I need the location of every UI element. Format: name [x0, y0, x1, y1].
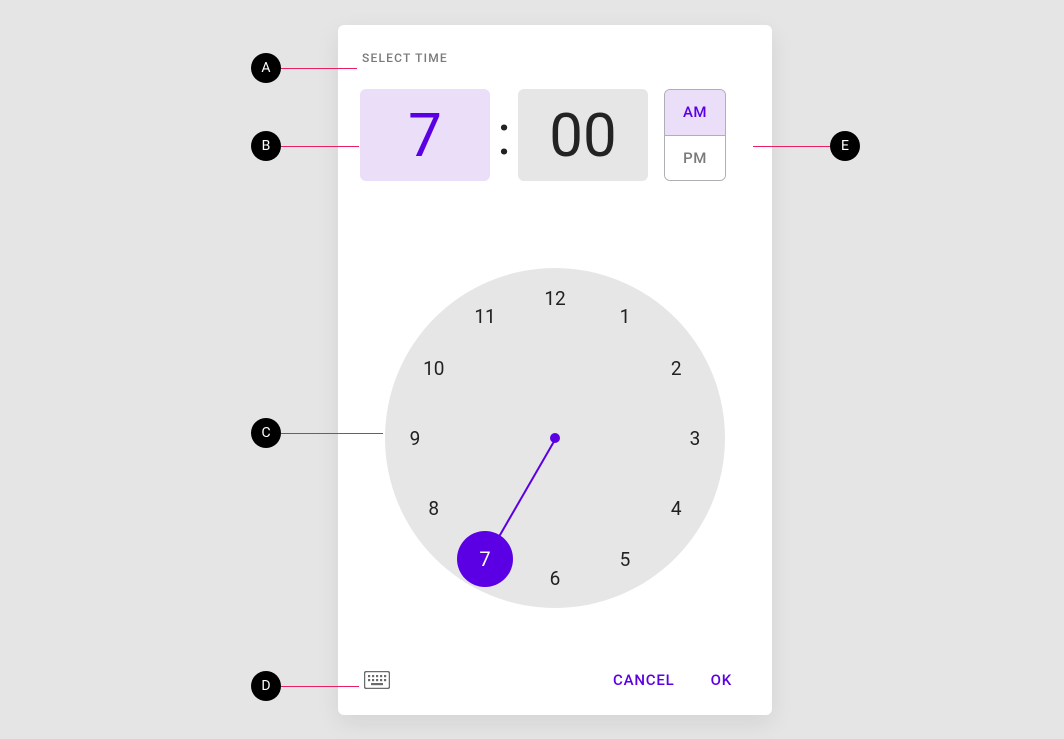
leader-line — [281, 433, 383, 434]
minute-selector[interactable]: 00 — [518, 89, 648, 181]
clock-center-dot — [550, 433, 560, 443]
ampm-toggle: AM PM — [664, 89, 726, 181]
clock-face[interactable]: 12 12 3 45678 9 1011 — [385, 268, 725, 608]
leader-line — [281, 146, 359, 147]
pm-button[interactable]: PM — [665, 136, 725, 181]
keyboard-icon[interactable] — [364, 671, 390, 689]
clock-hour-4[interactable]: 4 — [654, 486, 698, 530]
annotation-badge: B — [251, 131, 281, 161]
clock-hour-7[interactable]: 7 — [457, 531, 513, 587]
leader-line — [281, 686, 359, 687]
callout-b: B — [251, 131, 359, 161]
am-button[interactable]: AM — [665, 90, 725, 136]
annotation-badge: E — [830, 131, 860, 161]
clock-hour-10[interactable]: 10 — [412, 346, 456, 390]
annotation-badge: D — [251, 671, 281, 701]
clock-hour-12[interactable]: 12 — [533, 276, 577, 320]
time-display-row: 7 : 00 AM PM — [360, 89, 750, 181]
annotation-badge: A — [251, 53, 281, 83]
clock-hour-8[interactable]: 8 — [412, 486, 456, 530]
clock-container: 12 12 3 45678 9 1011 — [360, 217, 750, 659]
callout-e: E — [753, 131, 860, 161]
clock-hour-11[interactable]: 11 — [463, 295, 507, 339]
clock-hour-3[interactable]: 3 — [673, 416, 717, 460]
dialog-title: SELECT TIME — [362, 51, 750, 65]
leader-line — [281, 68, 357, 69]
hour-selector[interactable]: 7 — [360, 89, 490, 181]
callout-d: D — [251, 671, 359, 701]
time-picker-dialog: SELECT TIME 7 : 00 AM PM 121234567891011 — [338, 25, 772, 715]
annotation-badge: C — [251, 418, 281, 448]
clock-hour-6[interactable]: 6 — [533, 556, 577, 600]
clock-hour-1[interactable]: 1 — [603, 295, 647, 339]
clock-hour-5[interactable]: 5 — [603, 537, 647, 581]
action-buttons: CANCEL OK — [609, 665, 736, 695]
callout-a: A — [251, 53, 357, 83]
time-colon: : — [490, 107, 518, 163]
dialog-footer: CANCEL OK — [360, 659, 750, 699]
callout-c: C — [251, 418, 383, 448]
clock-hour-2[interactable]: 2 — [654, 346, 698, 390]
leader-line — [753, 146, 830, 147]
cancel-button[interactable]: CANCEL — [609, 665, 679, 695]
clock-hour-9[interactable]: 9 — [393, 416, 437, 460]
ok-button[interactable]: OK — [707, 665, 736, 695]
